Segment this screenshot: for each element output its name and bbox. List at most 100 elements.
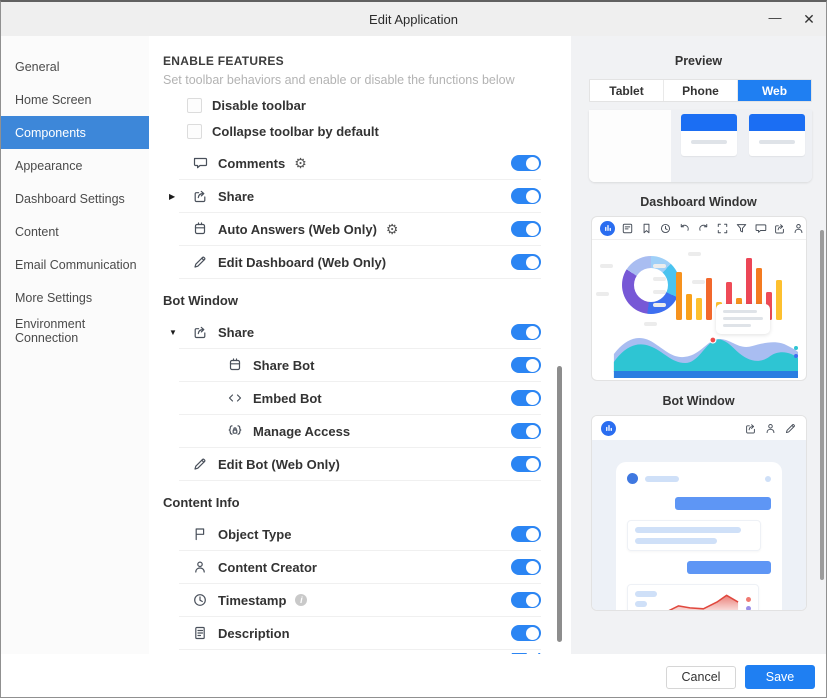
sidebar-item-home-screen[interactable]: Home Screen <box>1 83 149 116</box>
gear-icon[interactable]: ⚙ <box>386 222 399 236</box>
toggle-content-creator[interactable] <box>511 559 541 575</box>
share-icon <box>191 188 208 205</box>
info-icon: i <box>295 594 307 606</box>
bar <box>676 272 682 320</box>
home-screen-preview <box>589 110 812 182</box>
tab-tablet[interactable]: Tablet <box>590 80 664 101</box>
sidebar-item-email-communication[interactable]: Email Communication <box>1 248 149 281</box>
sidebar-item-components[interactable]: Components <box>1 116 149 149</box>
caret-collapsed-icon[interactable]: ▶ <box>169 192 181 201</box>
toggle-comments[interactable] <box>511 155 541 171</box>
feature-row-embed-bot: Embed Bot <box>179 382 541 415</box>
checkbox-label: Collapse toolbar by default <box>212 124 379 139</box>
chart-tooltip <box>716 304 770 334</box>
toggle-timestamp[interactable] <box>511 592 541 608</box>
feature-row-share-bot: Share Bot <box>179 349 541 382</box>
preview-title: Preview <box>571 54 826 68</box>
bot-window-label: Bot Window <box>571 394 826 408</box>
toggle-edit-bot-web-only[interactable] <box>511 456 541 472</box>
user-message-bubble <box>675 497 771 510</box>
document-icon <box>191 625 208 642</box>
bot-avatar <box>627 473 638 484</box>
feature-label: Edit Dashboard (Web Only) <box>218 255 386 270</box>
sidebar-item-more-settings[interactable]: More Settings <box>1 281 149 314</box>
pencil-icon <box>191 456 208 473</box>
feature-row-comments: Comments ⚙ <box>179 147 541 180</box>
redo-icon <box>697 222 710 235</box>
bot-chat-mock <box>616 462 782 610</box>
bar <box>776 280 782 320</box>
tab-web[interactable]: Web <box>738 80 811 101</box>
bar-axis-dashes <box>653 264 666 307</box>
section-heading: ENABLE FEATURES <box>163 54 571 68</box>
share-icon <box>744 422 757 435</box>
gear-icon[interactable]: ⚙ <box>294 156 307 170</box>
checkbox-label: Disable toolbar <box>212 98 306 113</box>
section-subheading: Set toolbar behaviors and enable or disa… <box>163 73 571 87</box>
toggle-embed-bot[interactable] <box>511 390 541 406</box>
comment-icon <box>191 155 208 172</box>
feature-row-description: Description <box>179 617 541 650</box>
chart-label-dash <box>596 292 609 296</box>
feature-row-partial <box>179 653 541 654</box>
feature-label: Share <box>218 325 254 340</box>
preview-scrollbar[interactable] <box>820 230 824 580</box>
sidebar-item-content[interactable]: Content <box>1 215 149 248</box>
feature-row-content-creator: Content Creator <box>179 551 541 584</box>
toggle-manage-access[interactable] <box>511 423 541 439</box>
close-icon[interactable]: ✕ <box>800 12 818 26</box>
feature-label: Share <box>218 189 254 204</box>
sidebar-item-dashboard-settings[interactable]: Dashboard Settings <box>1 182 149 215</box>
edit-application-dialog: Edit Application — ✕ GeneralHome ScreenC… <box>0 0 827 698</box>
flag-icon <box>191 526 208 543</box>
chart-label-dash <box>600 264 613 268</box>
tab-phone[interactable]: Phone <box>664 80 738 101</box>
comment-icon <box>754 222 767 235</box>
minimize-icon[interactable]: — <box>766 11 784 24</box>
donut-chart <box>622 256 680 314</box>
feature-row-manage-access: Manage Access <box>179 415 541 448</box>
preview-device-tabs: TabletPhoneWeb <box>589 79 812 102</box>
toggle-share-bot[interactable] <box>511 357 541 373</box>
sidebar-item-environment-connection[interactable]: Environment Connection <box>1 314 149 347</box>
feature-label: Object Type <box>218 527 291 542</box>
checkbox-disable-toolbar[interactable] <box>187 98 202 113</box>
bar <box>706 278 712 320</box>
dashboard-window-label: Dashboard Window <box>571 195 826 209</box>
preview-panel: Preview TabletPhoneWeb Dashboard Window <box>571 36 826 654</box>
share-icon <box>773 222 786 235</box>
cancel-button[interactable]: Cancel <box>666 666 736 689</box>
feature-row-share: ▼Share <box>179 316 541 349</box>
bot-chart-card <box>627 584 759 610</box>
toggle-edit-dashboard-web-only[interactable] <box>511 254 541 270</box>
sidebar-item-general[interactable]: General <box>1 50 149 83</box>
enable-features-panel: ENABLE FEATURES Set toolbar behaviors an… <box>149 36 571 654</box>
feature-label: Edit Bot (Web Only) <box>218 457 340 472</box>
code-icon <box>226 390 243 407</box>
caret-expanded-icon[interactable]: ▼ <box>169 328 181 337</box>
feature-row-edit-bot-web-only: Edit Bot (Web Only) <box>179 448 541 481</box>
feature-row-share: ▶Share <box>179 180 541 213</box>
pencil-icon <box>784 422 797 435</box>
checkbox-row-collapse-toolbar-by-default: Collapse toolbar by default <box>187 124 571 139</box>
toggle-auto-answers-web-only[interactable] <box>511 221 541 237</box>
toggle-share[interactable] <box>511 324 541 340</box>
note-icon <box>621 222 634 235</box>
feature-label: Comments <box>218 156 285 171</box>
toggle-partial[interactable] <box>511 653 541 654</box>
toggle-object-type[interactable] <box>511 526 541 542</box>
window-title: Edit Application <box>369 12 458 27</box>
save-button[interactable]: Save <box>745 665 815 689</box>
titlebar: Edit Application — ✕ <box>1 2 826 36</box>
checkbox-collapse-toolbar-by-default[interactable] <box>187 124 202 139</box>
clipboard-icon <box>191 221 208 238</box>
sidebar-item-appearance[interactable]: Appearance <box>1 149 149 182</box>
feature-label: Auto Answers (Web Only) <box>218 222 377 237</box>
toggle-description[interactable] <box>511 625 541 641</box>
person-icon <box>764 422 777 435</box>
toggle-share[interactable] <box>511 188 541 204</box>
main-scrollbar[interactable] <box>557 366 562 642</box>
feature-row-object-type: Object Type <box>179 518 541 551</box>
preview-mini-card <box>749 114 805 156</box>
share-icon <box>191 324 208 341</box>
